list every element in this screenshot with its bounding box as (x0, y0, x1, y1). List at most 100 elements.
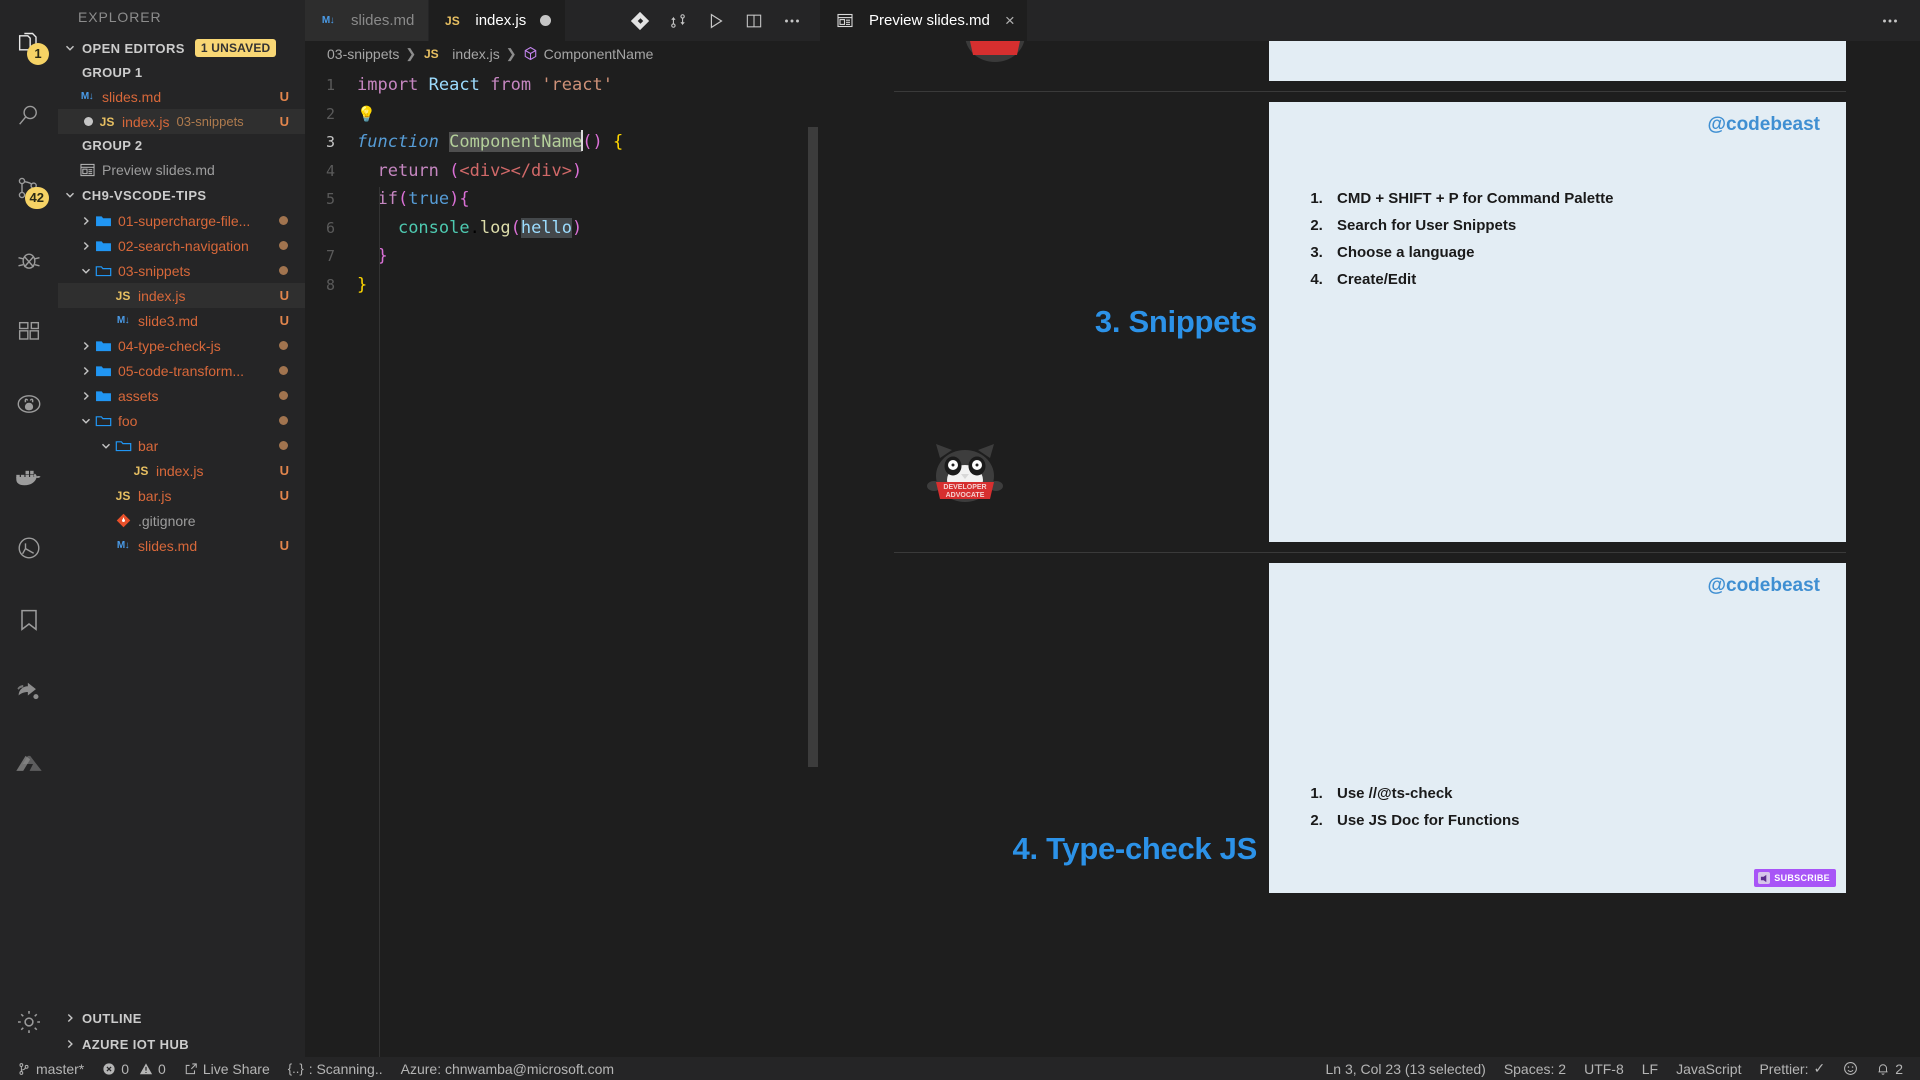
open-editor-slides-md[interactable]: M↓ slides.md U (58, 84, 305, 109)
chevron-right-icon[interactable] (78, 388, 94, 404)
chevron-right-icon[interactable] (78, 363, 94, 379)
folder-icon (94, 337, 112, 355)
tree-item-04-type-check-js[interactable]: 04-type-check-js (58, 333, 305, 358)
status-bracket-scan[interactable]: {..} : Scanning.. (279, 1057, 392, 1080)
status-encoding[interactable]: UTF-8 (1575, 1057, 1633, 1080)
azure-icon (16, 755, 42, 771)
activity-item-bookmarks[interactable] (0, 584, 58, 656)
tree-item-slide3-md[interactable]: M↓ slide3.md U (58, 308, 305, 333)
editor-scrollbar[interactable] (808, 127, 818, 767)
markdown-preview-body[interactable]: 3. Snippets DEVELOPER ADVOCATE @codebeas… (820, 41, 1920, 1057)
tree-item-index-js[interactable]: JS index.js U (58, 458, 305, 483)
section-azure-iot-hub[interactable]: AZURE IOT HUB (58, 1031, 305, 1057)
section-open-editors[interactable]: OPEN EDITORS 1 UNSAVED (58, 35, 305, 61)
activity-item-explorer[interactable]: 1 (0, 8, 58, 80)
code-line-8: 8 } (305, 271, 820, 300)
status-azure-account[interactable]: Azure: chnwamba@microsoft.com (392, 1057, 623, 1080)
tab-slides-md[interactable]: M↓ slides.md (305, 0, 430, 41)
tree-item-bar-js[interactable]: JS bar.js U (58, 483, 305, 508)
status-feedback[interactable] (1834, 1057, 1867, 1080)
chevron-down-icon[interactable] (98, 438, 114, 454)
section-workspace[interactable]: CH9-VSCODE-TIPS (58, 182, 305, 208)
chevron-down-icon[interactable] (78, 263, 94, 279)
tree-item-bar[interactable]: bar (58, 433, 305, 458)
workspace-label: CH9-VSCODE-TIPS (82, 187, 207, 203)
activity-item-extensions[interactable] (0, 296, 58, 368)
activity-item-github[interactable] (0, 368, 58, 440)
status-problems[interactable]: 0 0 (93, 1057, 175, 1080)
tree-item-gitignore[interactable]: .gitignore (58, 508, 305, 533)
status-notifications[interactable]: 2 (1867, 1057, 1912, 1080)
activity-item-live-share[interactable] (0, 656, 58, 728)
tree-item-assets[interactable]: assets (58, 383, 305, 408)
activity-item-test[interactable] (0, 512, 58, 584)
raccoon-mascot-icon: DEVELOPER ADVOCATE (927, 444, 1003, 502)
js-icon: JS (99, 114, 115, 129)
breadcrumb-file[interactable]: index.js (452, 46, 499, 62)
play-icon[interactable] (702, 7, 730, 35)
tree-item-01-supercharge-file[interactable]: 01-supercharge-file... (58, 208, 305, 233)
chevron-down-icon[interactable] (78, 413, 94, 429)
breadcrumb-symbol[interactable]: ComponentName (544, 46, 654, 62)
chevron-right-icon[interactable] (78, 338, 94, 354)
close-icon[interactable]: × (1005, 11, 1015, 31)
code-line-5: 5 if(true){ (305, 185, 820, 214)
markdown-icon: M↓ (80, 91, 94, 102)
tree-item-label: foo (118, 412, 138, 429)
git-compare-icon[interactable] (626, 7, 654, 35)
ellipsis-icon[interactable] (778, 7, 806, 35)
status-error-count: 0 (121, 1060, 130, 1077)
subscribe-badge[interactable]: SUBSCRIBE (1754, 869, 1836, 887)
tab-dirty-indicator-icon[interactable] (540, 15, 552, 26)
mascot-text-line2: ADVOCATE (946, 492, 985, 499)
activity-item-debug[interactable] (0, 224, 58, 296)
tab-index-js[interactable]: JS index.js (429, 0, 567, 41)
activity-item-search[interactable] (0, 80, 58, 152)
lightbulb-icon[interactable]: 💡 (357, 100, 820, 129)
tree-item-foo[interactable]: foo (58, 408, 305, 433)
tree-item-slides-md[interactable]: M↓ slides.md U (58, 533, 305, 558)
tree-item-index-js[interactable]: JS index.js U (58, 283, 305, 308)
slide-right: @codebeast CMD + SHIFT + P for Command P… (1269, 102, 1846, 542)
tree-item-03-snippets[interactable]: 03-snippets (58, 258, 305, 283)
status-prettier[interactable]: Prettier: ✓ (1750, 1057, 1834, 1080)
breadcrumb-folder[interactable]: 03-snippets (327, 46, 399, 62)
chevron-right-icon[interactable] (78, 238, 94, 254)
activity-item-settings[interactable] (0, 987, 58, 1057)
status-indentation[interactable]: Spaces: 2 (1495, 1057, 1575, 1080)
tree-item-02-search-navigation[interactable]: 02-search-navigation (58, 233, 305, 258)
split-editor-icon[interactable] (740, 7, 768, 35)
modified-indicator-icon (279, 391, 288, 400)
status-eol[interactable]: LF (1633, 1057, 1667, 1080)
modified-indicator-icon (279, 216, 288, 225)
file-status-flag: U (279, 288, 289, 303)
status-cursor-position[interactable]: Ln 3, Col 23 (13 selected) (1316, 1057, 1494, 1080)
status-notification-count: 2 (1895, 1060, 1903, 1077)
list-item: CMD + SHIFT + P for Command Palette (1327, 190, 1816, 207)
tree-item-label: index.js (156, 462, 204, 479)
live-share-icon (17, 682, 39, 700)
tree-item-05-code-transform[interactable]: 05-code-transform... (58, 358, 305, 383)
open-editor-index-js[interactable]: JS index.js 03-snippets U (58, 109, 305, 134)
code-content[interactable]: 1 import React from 'react' 2 💡 3 functi… (305, 67, 820, 299)
open-editor-folder: 03-snippets (176, 114, 244, 129)
status-branch[interactable]: master* (8, 1057, 93, 1080)
chevron-down-icon (62, 40, 78, 56)
status-language-mode[interactable]: JavaScript (1667, 1057, 1750, 1080)
activity-item-azure[interactable] (0, 728, 58, 800)
status-live-share[interactable]: Live Share (175, 1057, 279, 1080)
open-editor-preview-slides[interactable]: Preview slides.md (58, 157, 305, 182)
tab-preview-slides-md[interactable]: Preview slides.md × (820, 0, 1027, 41)
code-line-text: import React from 'react' (357, 75, 613, 95)
code-line-3: 3 function ComponentName() { (305, 128, 820, 157)
activity-item-docker[interactable] (0, 440, 58, 512)
section-outline[interactable]: OUTLINE (58, 1005, 305, 1031)
ellipsis-icon[interactable] (1876, 7, 1904, 35)
code-editor[interactable]: 1 import React from 'react' 2 💡 3 functi… (305, 67, 820, 1057)
compare-changes-icon[interactable] (664, 7, 692, 35)
file-status-flag: U (279, 313, 289, 328)
chevron-right-icon[interactable] (78, 213, 94, 229)
open-editor-label: slides.md (102, 88, 162, 105)
activity-item-source-control[interactable]: 42 (0, 152, 58, 224)
code-line-text: console.log(hello) (397, 217, 583, 238)
